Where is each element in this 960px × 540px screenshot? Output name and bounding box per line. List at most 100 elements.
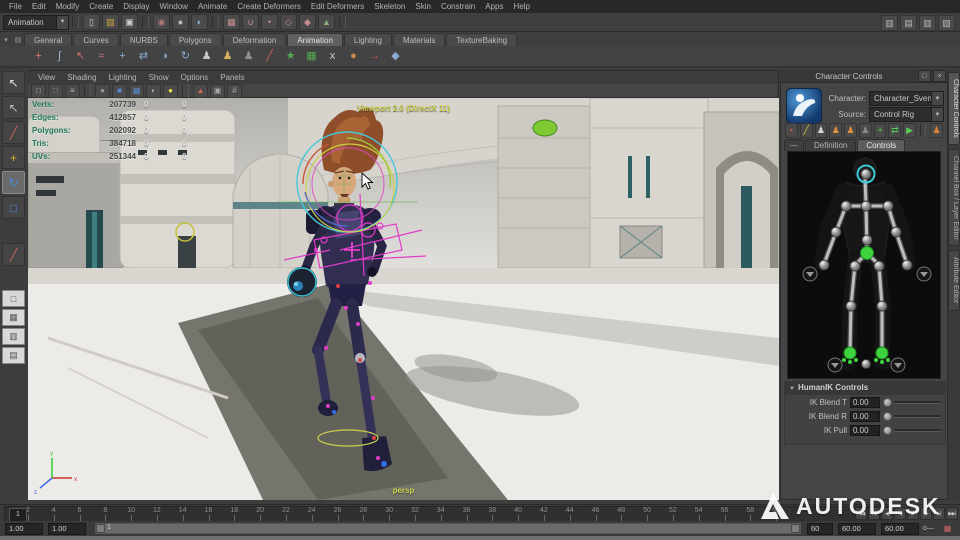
ik-slider-handle[interactable]: [883, 411, 892, 421]
default-material-icon[interactable]: ●: [95, 83, 110, 98]
select-tool[interactable]: ↖: [2, 71, 25, 94]
menu-file[interactable]: File: [4, 2, 27, 11]
viewport-menu-panels[interactable]: Panels: [214, 73, 250, 82]
shelf-tab-deformation[interactable]: Deformation: [222, 33, 287, 46]
paint-select-tool[interactable]: ╱: [2, 121, 25, 144]
snap-surface-icon[interactable]: ◆: [299, 14, 316, 30]
viewport-menu-shading[interactable]: Shading: [61, 73, 102, 82]
shelf-motion-path-icon[interactable]: →: [365, 47, 384, 66]
cc-tab-controls[interactable]: Controls: [857, 139, 906, 151]
next-frame-button[interactable]: |▶: [920, 507, 932, 520]
layout-outliner[interactable]: ▤: [2, 347, 25, 364]
shelf-blend-shape-icon[interactable]: ★: [281, 47, 300, 66]
cc-character-view-icon[interactable]: ♟: [829, 122, 843, 138]
select-object-icon[interactable]: ●: [172, 14, 189, 30]
playback-start-field[interactable]: 1.00: [48, 522, 86, 535]
ik-slider-track[interactable]: [894, 414, 941, 418]
shelf-mirror-joint-icon[interactable]: ◑: [155, 47, 174, 66]
select-component-icon[interactable]: ◐: [191, 14, 208, 30]
shelf-orient-joint-icon[interactable]: ↻: [176, 47, 195, 66]
camera-lock-icon[interactable]: □: [48, 83, 63, 98]
cc-mirror-icon[interactable]: ♟: [858, 122, 872, 138]
humanik-character-picker[interactable]: [787, 151, 941, 379]
menu-skin[interactable]: Skin: [410, 2, 436, 11]
viewport-menu-show[interactable]: Show: [143, 73, 175, 82]
snap-grid-icon[interactable]: ▦: [223, 14, 240, 30]
select-hierarchy-icon[interactable]: ◉: [153, 14, 170, 30]
undock-icon[interactable]: □: [918, 70, 931, 82]
snap-view-icon[interactable]: ◇: [280, 14, 297, 30]
sidebar-attribute-editor-icon[interactable]: ▤: [900, 15, 917, 31]
close-icon[interactable]: ×: [933, 70, 946, 82]
shelf-tab-curves[interactable]: Curves: [73, 33, 119, 46]
menu-help[interactable]: Help: [508, 2, 534, 11]
play-forwards-button[interactable]: ▶: [907, 507, 919, 520]
shelf-tab-texturebaking[interactable]: TextureBaking: [446, 33, 518, 46]
command-line-strip[interactable]: [0, 536, 960, 540]
menu-set-dropdown[interactable]: Animation ▼: [3, 14, 69, 30]
new-scene-icon[interactable]: ▯: [83, 14, 100, 30]
menu-create[interactable]: Create: [84, 2, 118, 11]
dock-tab-attribute-editor[interactable]: Attribute Editor: [948, 250, 960, 311]
animation-end-field[interactable]: 60.00: [881, 522, 919, 535]
last-tool[interactable]: ╱: [2, 243, 25, 266]
shelf-insert-joint-icon[interactable]: +: [113, 47, 132, 66]
shelf-sculpt-icon[interactable]: ●: [344, 47, 363, 66]
viewport-menu-view[interactable]: View: [32, 73, 61, 82]
layout-single[interactable]: □: [2, 290, 25, 307]
ik-value-field[interactable]: 0.00: [850, 396, 880, 408]
snap-curve-icon[interactable]: ∪: [242, 14, 259, 30]
source-dropdown[interactable]: Control Rig ▼: [869, 107, 944, 122]
menu-display[interactable]: Display: [118, 2, 154, 11]
save-scene-icon[interactable]: ▣: [121, 14, 138, 30]
shelf-joint-tool-icon[interactable]: ∫: [50, 47, 69, 66]
menu-apps[interactable]: Apps: [480, 2, 508, 11]
rotate-tool[interactable]: ↻: [2, 171, 25, 194]
menu-window[interactable]: Window: [155, 2, 193, 11]
cc-retarget-icon[interactable]: ♟: [844, 122, 857, 138]
cc-skeleton-view-icon[interactable]: ♟: [814, 122, 828, 138]
shelf-tab-polygons[interactable]: Polygons: [168, 33, 222, 46]
shelf-tab-general[interactable]: General: [24, 33, 73, 46]
shelf-skeleton-hierarchy-icon[interactable]: ♟: [197, 47, 216, 66]
animation-preferences-icon[interactable]: ▦: [939, 521, 956, 537]
snap-point-icon[interactable]: •: [261, 14, 278, 30]
shelf-menu-icon[interactable]: ▤: [12, 34, 24, 46]
menu-animate[interactable]: Animate: [193, 2, 232, 11]
hips-effector[interactable]: [860, 246, 874, 260]
sidebar-channel-box-icon[interactable]: ▧: [938, 15, 955, 31]
shelf-connect-joint-icon[interactable]: ⇄: [134, 47, 153, 66]
menu-skeleton[interactable]: Skeleton: [369, 2, 410, 11]
open-scene-icon[interactable]: ▨: [102, 14, 119, 30]
lighting-on-icon[interactable]: ●: [163, 83, 178, 98]
ik-slider-track[interactable]: [894, 428, 941, 432]
use-all-lights-icon[interactable]: ◐: [146, 83, 161, 98]
menu-edit[interactable]: Edit: [27, 2, 51, 11]
highlight-selection-icon[interactable]: ▥: [881, 15, 898, 31]
sidebar-tool-settings-icon[interactable]: ▥: [919, 15, 936, 31]
shelf-ik-handle-icon[interactable]: ↖: [71, 47, 90, 66]
cc-add-keying-group-icon[interactable]: +: [873, 122, 887, 138]
shelf-tab-materials[interactable]: Materials: [392, 33, 446, 46]
cc-body-part-icon[interactable]: ♟: [930, 122, 943, 138]
shelf-detach-skin-icon[interactable]: ♟: [239, 47, 258, 66]
shelf-tab-animation[interactable]: Animation: [287, 33, 343, 46]
joint-xray-icon[interactable]: #: [227, 83, 242, 98]
shelf-cluster-icon[interactable]: x: [323, 47, 342, 66]
go-to-start-button[interactable]: |◀◀: [855, 507, 867, 520]
dock-tab-character-controls[interactable]: Character Controls: [948, 72, 960, 145]
shelf-paint-weights-icon[interactable]: ╱: [260, 47, 279, 66]
cc-tab-definition[interactable]: Definition: [805, 139, 857, 151]
layout-four[interactable]: ▦: [2, 309, 25, 326]
menu-edit-deformers[interactable]: Edit Deformers: [306, 2, 369, 11]
camera-attributes-icon[interactable]: ≡: [65, 83, 80, 98]
make-live-icon[interactable]: ▲: [318, 14, 335, 30]
shelf-tab-lighting[interactable]: Lighting: [343, 33, 392, 46]
shelf-tab-menu-icon[interactable]: ▾: [0, 34, 12, 46]
prev-frame-button[interactable]: ◀|: [881, 507, 893, 520]
textured-icon[interactable]: ▦: [129, 83, 144, 98]
play-backwards-button[interactable]: ◀: [894, 507, 906, 520]
camera-select-icon[interactable]: □: [31, 83, 46, 98]
cc-edit-icon[interactable]: ╱: [799, 122, 813, 138]
smooth-shade-icon[interactable]: ■: [112, 83, 127, 98]
